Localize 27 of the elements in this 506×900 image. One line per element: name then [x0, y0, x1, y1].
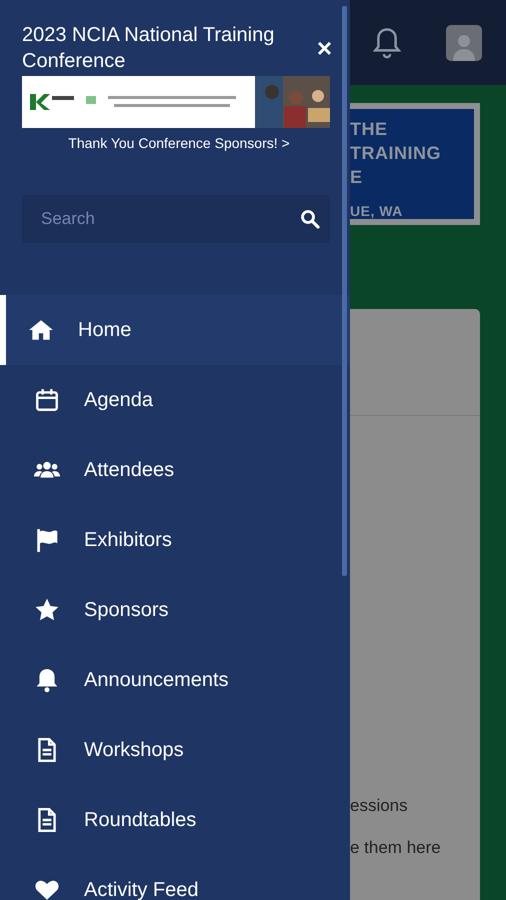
- menu-item-icon: [34, 597, 60, 623]
- menu-item[interactable]: Activity Feed: [0, 855, 350, 900]
- search-icon[interactable]: [300, 209, 320, 229]
- banner-text: TRAINING: [350, 142, 442, 165]
- menu-item[interactable]: Workshops: [0, 715, 350, 785]
- menu-item[interactable]: Attendees: [0, 435, 350, 505]
- menu-item-icon: [34, 667, 60, 693]
- menu-item-icon: [34, 387, 60, 413]
- user-avatar[interactable]: [446, 24, 482, 60]
- menu-item[interactable]: Exhibitors: [0, 505, 350, 575]
- search-field[interactable]: Search: [39, 208, 300, 230]
- scrollbar[interactable]: [342, 6, 347, 576]
- menu-item[interactable]: Roundtables: [0, 785, 350, 855]
- close-button[interactable]: ×: [314, 35, 334, 61]
- banner-text: UE, WA: [350, 202, 404, 221]
- search-bar[interactable]: Search: [22, 195, 330, 243]
- menu-item[interactable]: Announcements: [0, 645, 350, 715]
- banner-text: THE: [350, 118, 388, 141]
- banner-text: E: [350, 166, 364, 189]
- menu-item[interactable]: Home: [0, 295, 350, 365]
- menu-item[interactable]: Sponsors: [0, 575, 350, 645]
- card-text: e them here: [350, 838, 442, 858]
- notification-bell-icon[interactable]: [372, 26, 402, 58]
- drawer-title: 2023 NCIA National Training Conference: [22, 23, 276, 74]
- menu-item[interactable]: Agenda: [0, 365, 350, 435]
- sponsors-link[interactable]: Thank You Conference Sponsors! >: [68, 135, 290, 151]
- card-text: essions: [350, 796, 409, 816]
